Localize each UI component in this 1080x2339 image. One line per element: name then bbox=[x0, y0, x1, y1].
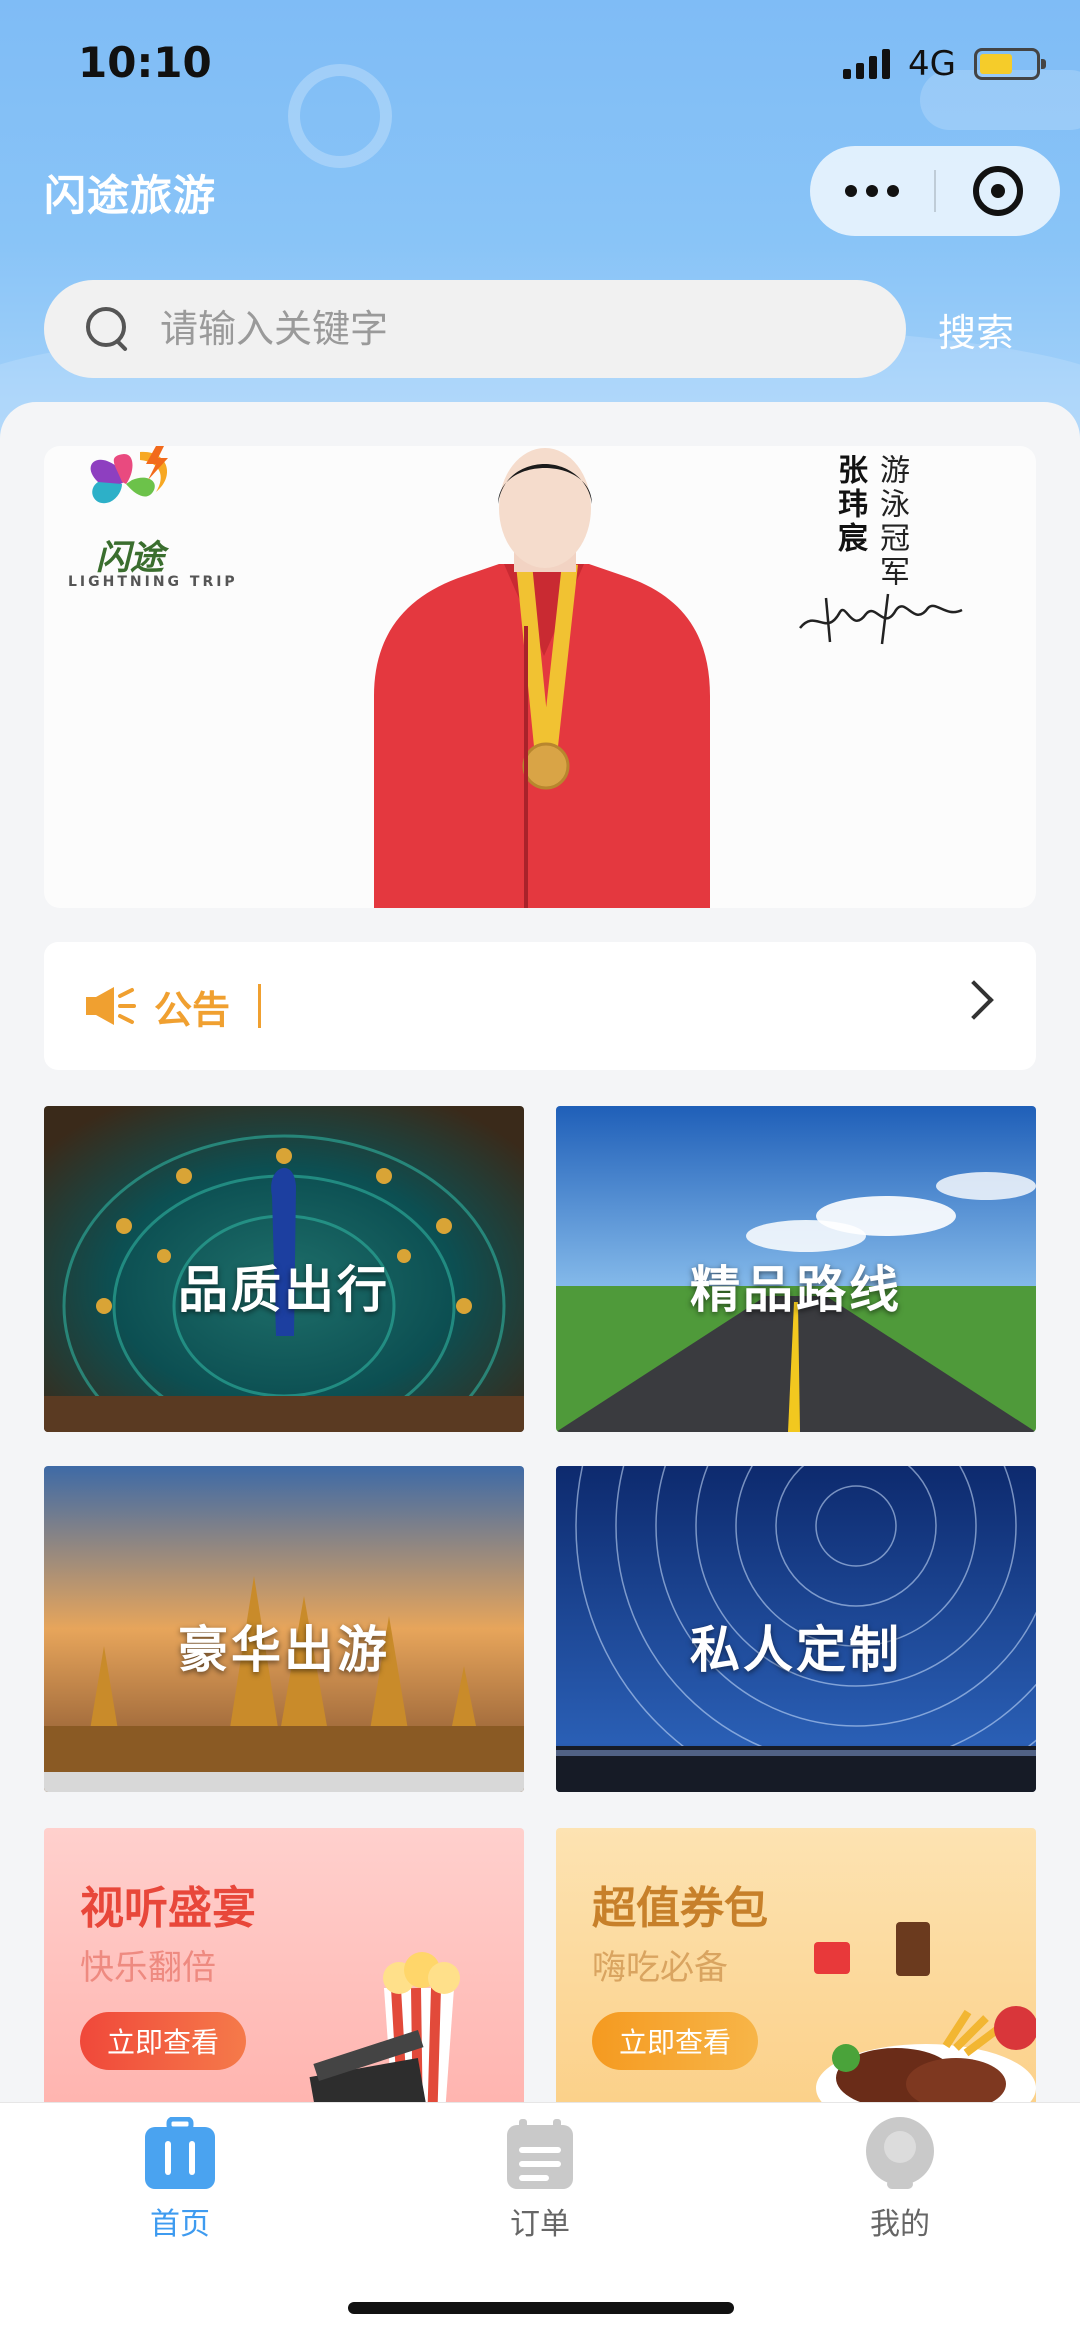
tab-label: 订单 bbox=[510, 2207, 570, 2242]
tab-home[interactable]: 首页 bbox=[100, 2117, 260, 2243]
home-indicator bbox=[348, 2302, 734, 2314]
logo-text: 闪途 bbox=[96, 538, 164, 578]
close-target-icon[interactable] bbox=[936, 166, 1060, 216]
tab-orders[interactable]: 订单 bbox=[460, 2117, 620, 2243]
lightning-trip-logo-icon bbox=[90, 446, 168, 504]
status-time: 10:10 bbox=[78, 38, 212, 87]
promo-subtitle: 嗨吃必备 bbox=[592, 1948, 728, 1988]
athlete-name: 张玮宸 bbox=[832, 454, 867, 556]
luggage-icon bbox=[145, 2117, 215, 2189]
tile-label: 私人定制 bbox=[690, 1621, 902, 1679]
view-now-button[interactable]: 立即查看 bbox=[592, 2012, 758, 2070]
popcorn-clapper-icon bbox=[309, 1952, 460, 2128]
logo-subtext: LIGHTNING TRIP bbox=[68, 574, 238, 590]
miniprogram-capsule bbox=[810, 146, 1060, 236]
notice-divider bbox=[258, 984, 262, 1028]
order-list-icon bbox=[507, 2119, 573, 2189]
promo-banner[interactable]: 闪途 LIGHTNING TRIP 张玮宸 游泳冠军 bbox=[44, 446, 1036, 908]
promo-title: 超值券包 bbox=[592, 1883, 768, 1934]
battery-icon bbox=[974, 48, 1046, 80]
network-type: 4G bbox=[908, 44, 956, 84]
signature-icon bbox=[799, 593, 963, 645]
tab-mine[interactable]: 我的 bbox=[820, 2117, 980, 2243]
athlete-photo bbox=[374, 448, 710, 908]
view-now-button[interactable]: 立即查看 bbox=[80, 2012, 246, 2070]
notice-bar[interactable]: 公告 bbox=[44, 942, 1036, 1070]
chevron-right-icon[interactable] bbox=[954, 980, 994, 1020]
tile-quality-travel[interactable]: 品质出行 bbox=[44, 1106, 524, 1432]
search-input[interactable] bbox=[160, 307, 860, 351]
app-title: 闪途旅游 bbox=[44, 171, 217, 220]
athlete-title: 游泳冠军 bbox=[874, 454, 909, 590]
status-indicators: 4G bbox=[843, 44, 1046, 84]
promo-card-audiovisual[interactable]: 视听盛宴 快乐翻倍 立即查看 bbox=[44, 1828, 524, 2128]
tile-premium-routes[interactable]: 精品路线 bbox=[556, 1106, 1036, 1432]
tab-label: 首页 bbox=[150, 2207, 210, 2242]
tab-label: 我的 bbox=[870, 2207, 930, 2242]
promo-title: 视听盛宴 bbox=[80, 1883, 256, 1934]
user-profile-icon bbox=[866, 2117, 934, 2189]
search-bar[interactable] bbox=[44, 280, 906, 378]
decor-circle bbox=[288, 64, 392, 168]
steak-food-icon bbox=[814, 1922, 1036, 2128]
promo-card-coupon-pack[interactable]: 超值券包 嗨吃必备 立即查看 bbox=[556, 1828, 1036, 2128]
tile-label: 精品路线 bbox=[690, 1261, 902, 1319]
search-icon bbox=[84, 305, 132, 353]
notice-label: 公告 bbox=[154, 987, 231, 1032]
megaphone-icon bbox=[86, 987, 136, 1025]
tile-luxury-trip[interactable]: 豪华出游 bbox=[44, 1466, 524, 1792]
tile-label: 品质出行 bbox=[178, 1261, 390, 1319]
tile-label: 豪华出游 bbox=[178, 1621, 390, 1679]
search-button[interactable]: 搜索 bbox=[938, 302, 1014, 357]
promo-subtitle: 快乐翻倍 bbox=[80, 1948, 216, 1988]
signal-icon bbox=[843, 49, 891, 79]
more-icon[interactable] bbox=[810, 185, 934, 197]
tile-private-custom[interactable]: 私人定制 bbox=[556, 1466, 1036, 1792]
